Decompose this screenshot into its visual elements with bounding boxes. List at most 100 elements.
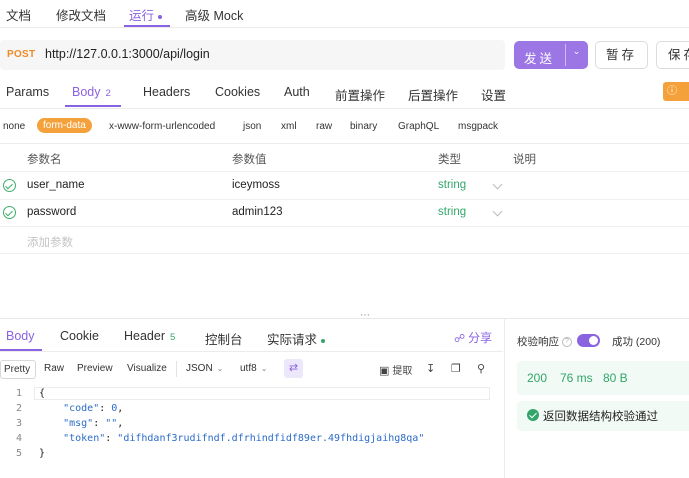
tab-post-actions[interactable]: 后置操作 [408, 85, 458, 104]
chevron-down-icon[interactable] [492, 206, 503, 217]
check-circle-icon [527, 409, 539, 421]
body-type-msgpack[interactable]: msgpack [458, 121, 498, 132]
view-preview-button[interactable]: Preview [77, 363, 113, 374]
view-pretty-button[interactable]: Pretty [0, 360, 36, 379]
row-divider [0, 253, 689, 254]
tab-run[interactable]: 运行 [129, 5, 163, 24]
chevron-down-icon[interactable] [492, 179, 503, 190]
tab-run-label: 运行 [129, 9, 155, 23]
param-value[interactable]: admin123 [232, 206, 283, 218]
column-header-desc: 说明 [513, 154, 536, 166]
url-input[interactable]: http://127.0.0.1:3000/api/login [45, 47, 210, 61]
body-type-graphql[interactable]: GraphQL [398, 121, 439, 132]
extract-button[interactable]: ▣ 提取 [379, 362, 412, 377]
info-icon: ⓘ [667, 86, 677, 97]
json-value: "difhdanf3rudifndf.dfrhindfidf89er.49fhd… [117, 433, 425, 444]
line-number: 3 [15, 418, 22, 429]
view-raw-button[interactable]: Raw [44, 363, 64, 374]
unsaved-dot-icon [158, 14, 163, 19]
add-param-input[interactable]: 添加参数 [27, 234, 73, 250]
extract-label: 提取 [392, 366, 413, 377]
param-name[interactable]: user_name [27, 179, 85, 191]
question-icon[interactable]: ? [562, 337, 572, 348]
body-type-json[interactable]: json [243, 121, 261, 132]
row-divider [0, 171, 689, 172]
extract-icon: ▣ [379, 365, 390, 377]
resize-handle[interactable]: ⋯ [360, 310, 371, 321]
tab-edit-docs[interactable]: 修改文档 [56, 5, 106, 24]
format-select[interactable]: JSON ⌄ [186, 363, 223, 374]
response-tab-console[interactable]: 控制台 [205, 329, 243, 348]
divider [0, 143, 689, 144]
response-editor[interactable]: 1 2 3 4 5 { "code": 0, "msg": "", "token… [0, 384, 490, 474]
json-value: "" [105, 418, 118, 429]
body-type-binary[interactable]: binary [350, 121, 377, 132]
tab-body-label: Body [72, 85, 101, 99]
download-icon[interactable]: ↧ [426, 362, 435, 375]
validation-status-select[interactable]: 成功 (200) [612, 334, 660, 349]
tab-headers[interactable]: Headers [143, 85, 190, 99]
check-circle-icon[interactable] [3, 206, 16, 219]
json-key: "token" [63, 433, 106, 444]
code-line: "code": 0, [63, 403, 124, 414]
body-type-none[interactable]: none [3, 121, 25, 132]
validate-toggle[interactable] [577, 334, 600, 347]
json-key: "msg" [63, 418, 94, 429]
param-type[interactable]: string [438, 179, 466, 191]
chevron-down-icon: ⌄ [216, 364, 224, 373]
http-method-select[interactable]: POST [7, 49, 35, 60]
body-type-raw[interactable]: raw [316, 121, 332, 132]
tab-params[interactable]: Params [6, 85, 49, 99]
json-value: 0 [111, 403, 118, 414]
validate-response-text: 校验响应 [517, 336, 559, 348]
encoding-select[interactable]: utf8 ⌄ [240, 363, 267, 374]
response-tab-header[interactable]: Header 5 [124, 329, 175, 343]
divider [176, 361, 177, 377]
request-tab-underline [65, 105, 121, 107]
tab-pre-actions[interactable]: 前置操作 [335, 85, 385, 104]
tab-cookies[interactable]: Cookies [215, 85, 260, 99]
save-button[interactable]: 保存 [656, 41, 689, 69]
wrap-lines-icon[interactable]: ⇄ [284, 359, 303, 378]
top-tab-bar: 文档 修改文档 运行 高级 Mock [0, 0, 689, 28]
check-circle-icon[interactable] [3, 179, 16, 192]
status-code: 200 [527, 371, 548, 385]
response-size: 80 B [603, 371, 628, 385]
response-tab-cookie[interactable]: Cookie [60, 329, 99, 343]
warning-badge[interactable]: ⓘ [663, 82, 689, 101]
body-type-urlencoded[interactable]: x-www-form-urlencoded [109, 121, 215, 132]
stash-button[interactable]: 暂存 [595, 41, 648, 69]
chevron-down-icon[interactable]: ⌄ [565, 46, 588, 57]
response-tab-header-label: Header [124, 329, 165, 343]
param-type[interactable]: string [438, 206, 466, 218]
code-line: } [39, 448, 46, 459]
body-type-form-data[interactable]: form-data [37, 118, 92, 133]
param-value[interactable]: iceymoss [232, 179, 280, 191]
response-tab-actual-request[interactable]: 实际请求 [267, 329, 326, 348]
send-button-label: 发送 [523, 52, 555, 66]
tab-docs[interactable]: 文档 [6, 5, 31, 24]
line-number: 1 [15, 388, 22, 399]
copy-icon[interactable]: ❐ [451, 362, 461, 375]
param-name[interactable]: password [27, 206, 76, 218]
validation-result-text: 返回数据结构校验通过 [543, 411, 658, 423]
tab-settings[interactable]: 设置 [481, 85, 506, 104]
divider [0, 108, 689, 109]
body-type-xml[interactable]: xml [281, 121, 297, 132]
response-tab-body[interactable]: Body [6, 329, 35, 343]
view-visualize-button[interactable]: Visualize [127, 363, 167, 374]
toggle-knob [589, 336, 598, 345]
column-header-name: 参数名 [27, 154, 62, 166]
tab-auth[interactable]: Auth [284, 85, 310, 99]
code-line: "token": "difhdanf3rudifndf.dfrhindfidf8… [63, 433, 425, 444]
encoding-select-value: utf8 [240, 363, 257, 374]
tab-advanced-mock[interactable]: 高级 Mock [185, 5, 243, 24]
row-divider [0, 226, 689, 227]
column-header-type: 类型 [438, 154, 461, 166]
search-icon[interactable]: ⚲ [477, 362, 485, 375]
share-button[interactable]: ☍ 分享 [454, 329, 492, 346]
line-number: 4 [15, 433, 22, 444]
send-button[interactable]: 发送 ⌄ [514, 41, 588, 69]
url-bar[interactable]: POST http://127.0.0.1:3000/api/login [0, 40, 505, 70]
tab-body[interactable]: Body 2 [72, 85, 111, 99]
